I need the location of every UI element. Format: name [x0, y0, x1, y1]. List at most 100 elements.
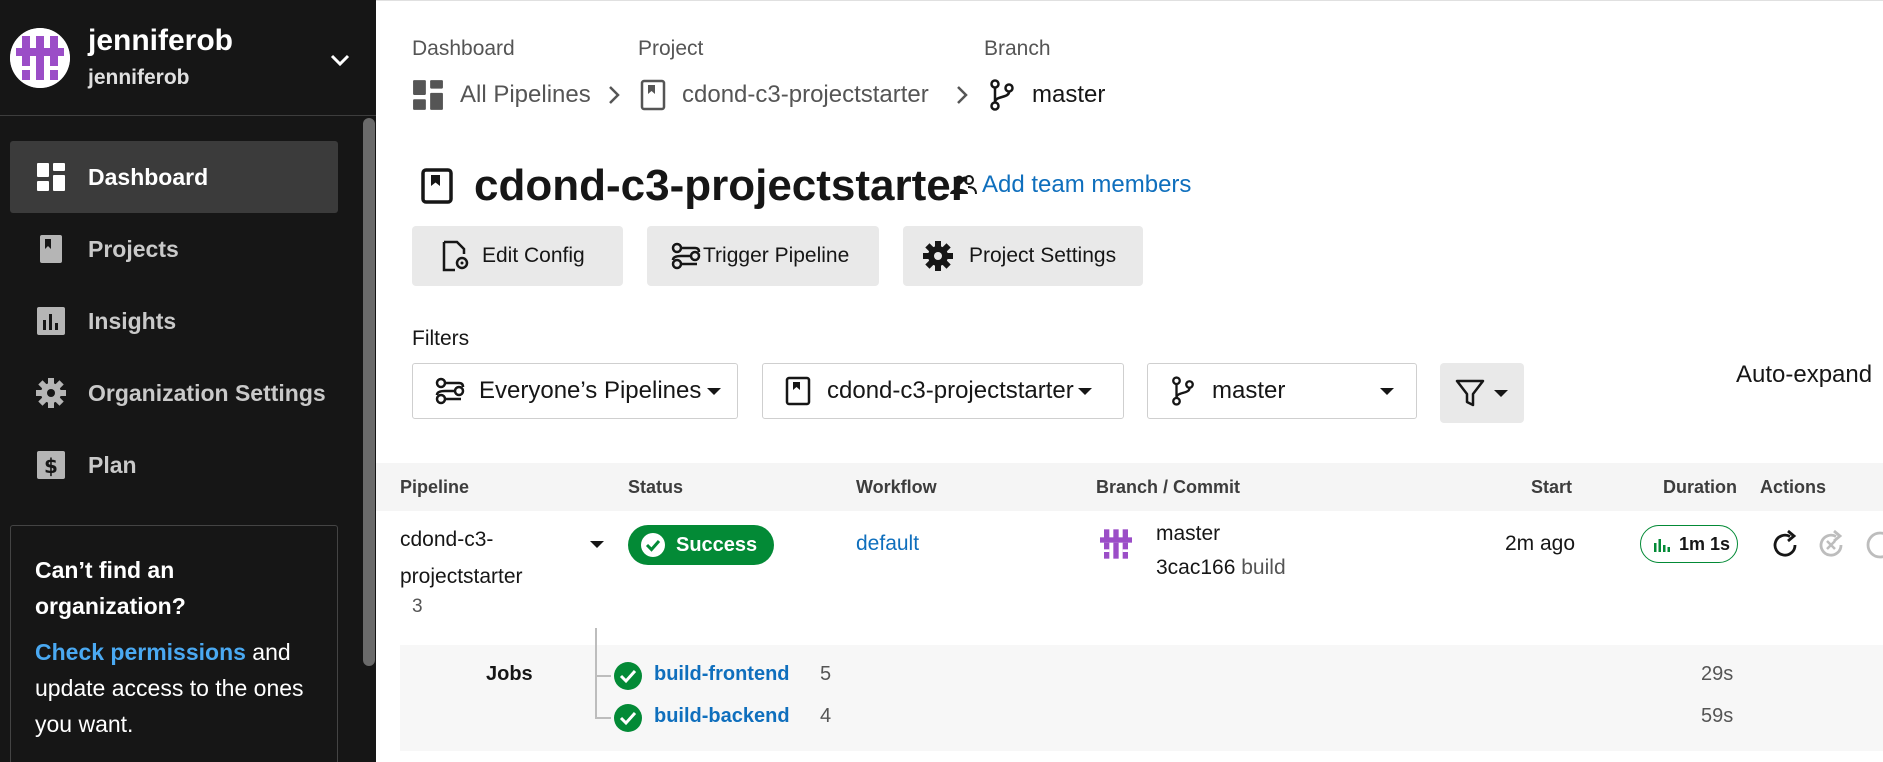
page-header: cdond-c3-projectstarter — [416, 161, 968, 211]
user-name: jenniferob — [88, 24, 234, 57]
chevron-down-icon[interactable] — [328, 48, 352, 72]
edit-file-icon — [442, 240, 469, 272]
insights-icon — [1654, 539, 1670, 552]
pipeline-name-line2[interactable]: projectstarter — [400, 565, 523, 589]
breadcrumb-all-pipelines-text: All Pipelines — [460, 81, 591, 108]
add-team-members-text: Add team members — [982, 171, 1192, 198]
auto-expand-toggle-label[interactable]: Auto-expand — [1736, 361, 1872, 389]
status-text: Success — [676, 533, 758, 556]
cancel-icon[interactable] — [1862, 528, 1883, 562]
main-content: Dashboard Project Branch All Pipelines c… — [376, 0, 1883, 762]
pipeline-name-line1[interactable]: cdond-c3- — [400, 528, 493, 552]
insights-icon — [37, 307, 65, 335]
breadcrumb-dashboard-label: Dashboard — [412, 37, 515, 60]
caret-down-icon — [1380, 388, 1394, 395]
gear-icon — [923, 241, 953, 271]
sidebar-item-plan[interactable]: $ Plan — [10, 429, 338, 501]
caret-down-icon — [1077, 387, 1092, 395]
job-number: 5 — [820, 663, 832, 685]
column-header-duration: Duration — [1663, 477, 1737, 497]
sidebar-item-label: Insights — [88, 308, 177, 334]
expand-row-icon[interactable] — [590, 541, 604, 548]
sidebar-item-label: Dashboard — [88, 164, 209, 190]
help-title: Can’t find an organization? — [35, 557, 186, 619]
caret-down-icon — [1494, 390, 1508, 397]
sidebar-item-label: Organization Settings — [88, 380, 326, 406]
table-header: Pipeline Status Workflow Branch / Commit… — [376, 463, 1883, 511]
bookmark-icon — [40, 235, 62, 263]
project-settings-label: Project Settings — [969, 244, 1117, 267]
dashboard-icon — [37, 163, 65, 191]
avatar — [10, 28, 70, 88]
people-icon — [950, 175, 977, 195]
trigger-pipeline-button[interactable]: Trigger Pipeline — [647, 226, 879, 286]
dashboard-icon — [413, 80, 443, 110]
commit-hash[interactable]: 3cac166 — [1156, 556, 1235, 579]
pipeline-number: 3 — [412, 596, 423, 617]
user-handle: jenniferob — [88, 66, 190, 89]
gear-icon — [36, 378, 66, 408]
sidebar-item-label: Plan — [88, 452, 137, 478]
column-header-actions: Actions — [1760, 477, 1827, 497]
commit-info: 3cac166 build — [1156, 556, 1286, 580]
dollar-icon: $ — [37, 451, 65, 479]
column-header-status: Status — [628, 477, 684, 497]
job-link-build-frontend[interactable]: build-frontend — [654, 663, 790, 686]
breadcrumb-project-label: Project — [638, 37, 704, 60]
svg-text:$: $ — [44, 454, 58, 478]
tree-connector — [595, 717, 611, 719]
job-link-build-backend[interactable]: build-backend — [654, 705, 790, 728]
sidebar-item-organization-settings[interactable]: Organization Settings — [10, 357, 338, 429]
page-title: cdond-c3-projectstarter — [474, 161, 968, 210]
branch-name: master — [1156, 522, 1221, 545]
sidebar-item-label: Projects — [88, 236, 179, 262]
breadcrumb-branch-text: master — [1032, 81, 1106, 108]
column-header-pipeline: Pipeline — [400, 477, 470, 497]
add-team-members-link[interactable]: Add team members — [948, 171, 1191, 199]
sidebar-scrollbar-thumb[interactable] — [363, 118, 375, 666]
chevron-right-icon — [957, 86, 968, 104]
job-duration: 59s — [1701, 705, 1734, 727]
check-circle-icon — [614, 662, 642, 690]
jobs-label: Jobs — [486, 663, 533, 685]
column-header-branch-commit: Branch / Commit — [1096, 477, 1241, 497]
user-menu[interactable]: jenniferob jenniferob — [0, 0, 376, 116]
avatar — [1096, 524, 1136, 564]
filter-icon — [1455, 379, 1485, 407]
sidebar: jenniferob jenniferob Dashboard Projects — [0, 0, 376, 762]
tree-connector — [595, 645, 597, 719]
rerun-icon[interactable] — [1768, 528, 1802, 562]
advanced-filter-button[interactable] — [1440, 363, 1524, 423]
caret-down-icon — [707, 387, 722, 395]
column-header-start: Start — [1531, 477, 1573, 497]
pipelines-filter-dropdown[interactable]: Everyone’s Pipelines — [412, 363, 738, 419]
sidebar-item-projects[interactable]: Projects — [10, 213, 338, 285]
branch-icon — [1172, 376, 1194, 406]
workflow-link[interactable]: default — [856, 532, 919, 556]
jobs-panel: Jobs build-frontend 5 29s build-backend … — [400, 645, 1883, 751]
check-circle-icon — [614, 704, 642, 732]
branch-filter-dropdown[interactable]: master — [1147, 363, 1417, 419]
branch-filter-value: master — [1212, 377, 1286, 404]
breadcrumb-all-pipelines[interactable]: All Pipelines — [412, 77, 591, 113]
chevron-right-icon — [609, 86, 620, 104]
bookmark-icon — [421, 168, 453, 204]
commit-message: build — [1241, 556, 1286, 579]
start-time: 2m ago — [1505, 532, 1576, 555]
project-filter-dropdown[interactable]: cdond-c3-projectstarter — [762, 363, 1124, 419]
rerun-failed-icon[interactable] — [1814, 528, 1848, 562]
breadcrumb-branch[interactable]: master — [988, 77, 1105, 113]
status-badge[interactable]: Success — [628, 525, 774, 565]
sidebar-item-dashboard[interactable]: Dashboard — [10, 141, 338, 213]
check-permissions-link[interactable]: Check permissions — [35, 639, 246, 665]
edit-config-button[interactable]: Edit Config — [412, 226, 623, 286]
duration-badge[interactable]: 1m 1s — [1640, 525, 1738, 563]
breadcrumb-project[interactable]: cdond-c3-projectstarter — [640, 77, 929, 113]
sidebar-item-insights[interactable]: Insights — [10, 285, 338, 357]
edit-config-label: Edit Config — [482, 244, 585, 267]
help-text: Check permissions and update access to t… — [35, 634, 325, 742]
project-filter-value: cdond-c3-projectstarter — [827, 377, 1074, 404]
sidebar-nav: Dashboard Projects Insights Organization… — [10, 141, 338, 501]
project-settings-button[interactable]: Project Settings — [903, 226, 1143, 286]
bookmark-icon — [640, 79, 666, 111]
